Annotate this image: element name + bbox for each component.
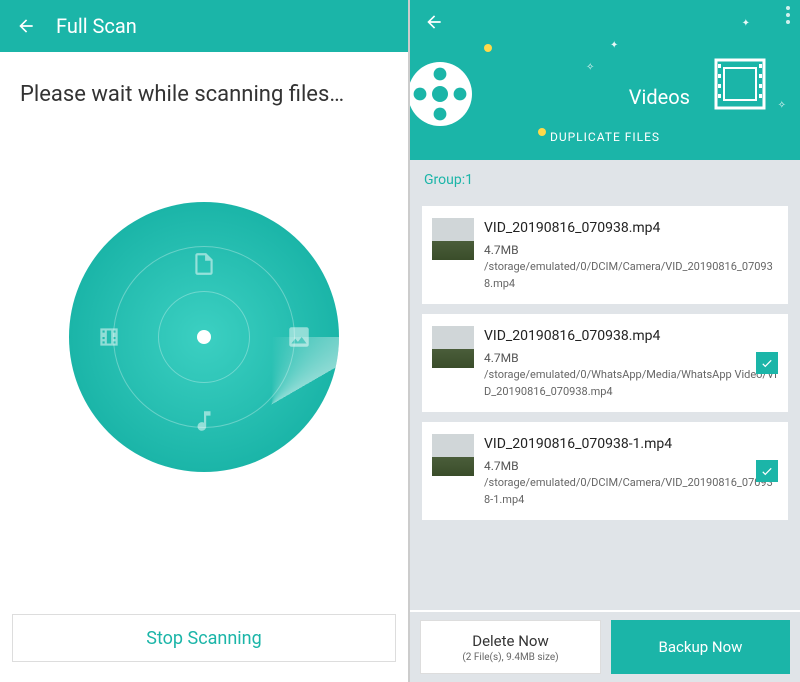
checkbox-checked[interactable]: [756, 352, 778, 374]
radar-center-dot: [197, 330, 211, 344]
footer-actions: Delete Now (2 File(s), 9.4MB size) Backu…: [410, 612, 800, 682]
back-icon[interactable]: [16, 16, 36, 36]
file-info: VID_20190816_070938.mp4 4.7MB /storage/e…: [484, 326, 778, 400]
radar-sweep: [204, 337, 339, 472]
video-thumbnail: [432, 218, 474, 260]
radar: [69, 202, 339, 472]
file-name: VID_20190816_070938.mp4: [484, 326, 778, 347]
back-icon[interactable]: [424, 12, 444, 32]
video-thumbnail: [432, 326, 474, 368]
delete-sublabel: (2 File(s), 9.4MB size): [462, 652, 558, 663]
group-label: Group:1: [410, 160, 800, 198]
file-item[interactable]: VID_20190816_070938.mp4 4.7MB /storage/e…: [422, 314, 788, 412]
backup-now-button[interactable]: Backup Now: [611, 620, 790, 674]
file-name: VID_20190816_070938-1.mp4: [484, 434, 778, 455]
duplicates-screen: Videos DUPLICATE FILES ✦ ✧ ✧ ✦ Group:1 V…: [410, 0, 800, 682]
radar-container: [0, 137, 408, 537]
file-item[interactable]: VID_20190816_070938.mp4 4.7MB /storage/e…: [422, 206, 788, 304]
document-icon: [191, 251, 217, 277]
file-size: 4.7MB: [484, 241, 778, 259]
scan-screen: Full Scan Please wait while scanning fil…: [0, 0, 410, 682]
header: Full Scan: [0, 0, 408, 52]
video-thumbnail: [432, 434, 474, 476]
file-info: VID_20190816_070938.mp4 4.7MB /storage/e…: [484, 218, 778, 292]
category-subtitle: DUPLICATE FILES: [550, 130, 660, 144]
file-name: VID_20190816_070938.mp4: [484, 218, 778, 239]
film-reel-icon: [410, 54, 480, 134]
delete-now-button[interactable]: Delete Now (2 File(s), 9.4MB size): [420, 620, 601, 674]
stop-scanning-button[interactable]: Stop Scanning: [12, 614, 396, 662]
checkbox-checked[interactable]: [756, 460, 778, 482]
image-icon: [286, 324, 312, 350]
overflow-menu-icon[interactable]: [786, 6, 790, 24]
music-icon: [191, 408, 217, 434]
file-info: VID_20190816_070938-1.mp4 4.7MB /storage…: [484, 434, 778, 508]
file-path: /storage/emulated/0/DCIM/Camera/VID_2019…: [484, 475, 778, 508]
delete-label: Delete Now: [472, 632, 549, 650]
scan-status-text: Please wait while scanning files…: [0, 52, 408, 137]
file-list: VID_20190816_070938.mp4 4.7MB /storage/e…: [410, 198, 800, 610]
film-strip-icon: [710, 54, 770, 114]
page-title: Full Scan: [56, 14, 137, 38]
header: Videos DUPLICATE FILES ✦ ✧ ✧ ✦: [410, 0, 800, 160]
file-path: /storage/emulated/0/WhatsApp/Media/Whats…: [484, 367, 778, 400]
file-path: /storage/emulated/0/DCIM/Camera/VID_2019…: [484, 259, 778, 292]
file-size: 4.7MB: [484, 457, 778, 475]
video-icon: [96, 324, 122, 350]
category-title: Videos: [629, 85, 690, 109]
file-item[interactable]: VID_20190816_070938-1.mp4 4.7MB /storage…: [422, 422, 788, 520]
file-size: 4.7MB: [484, 349, 778, 367]
